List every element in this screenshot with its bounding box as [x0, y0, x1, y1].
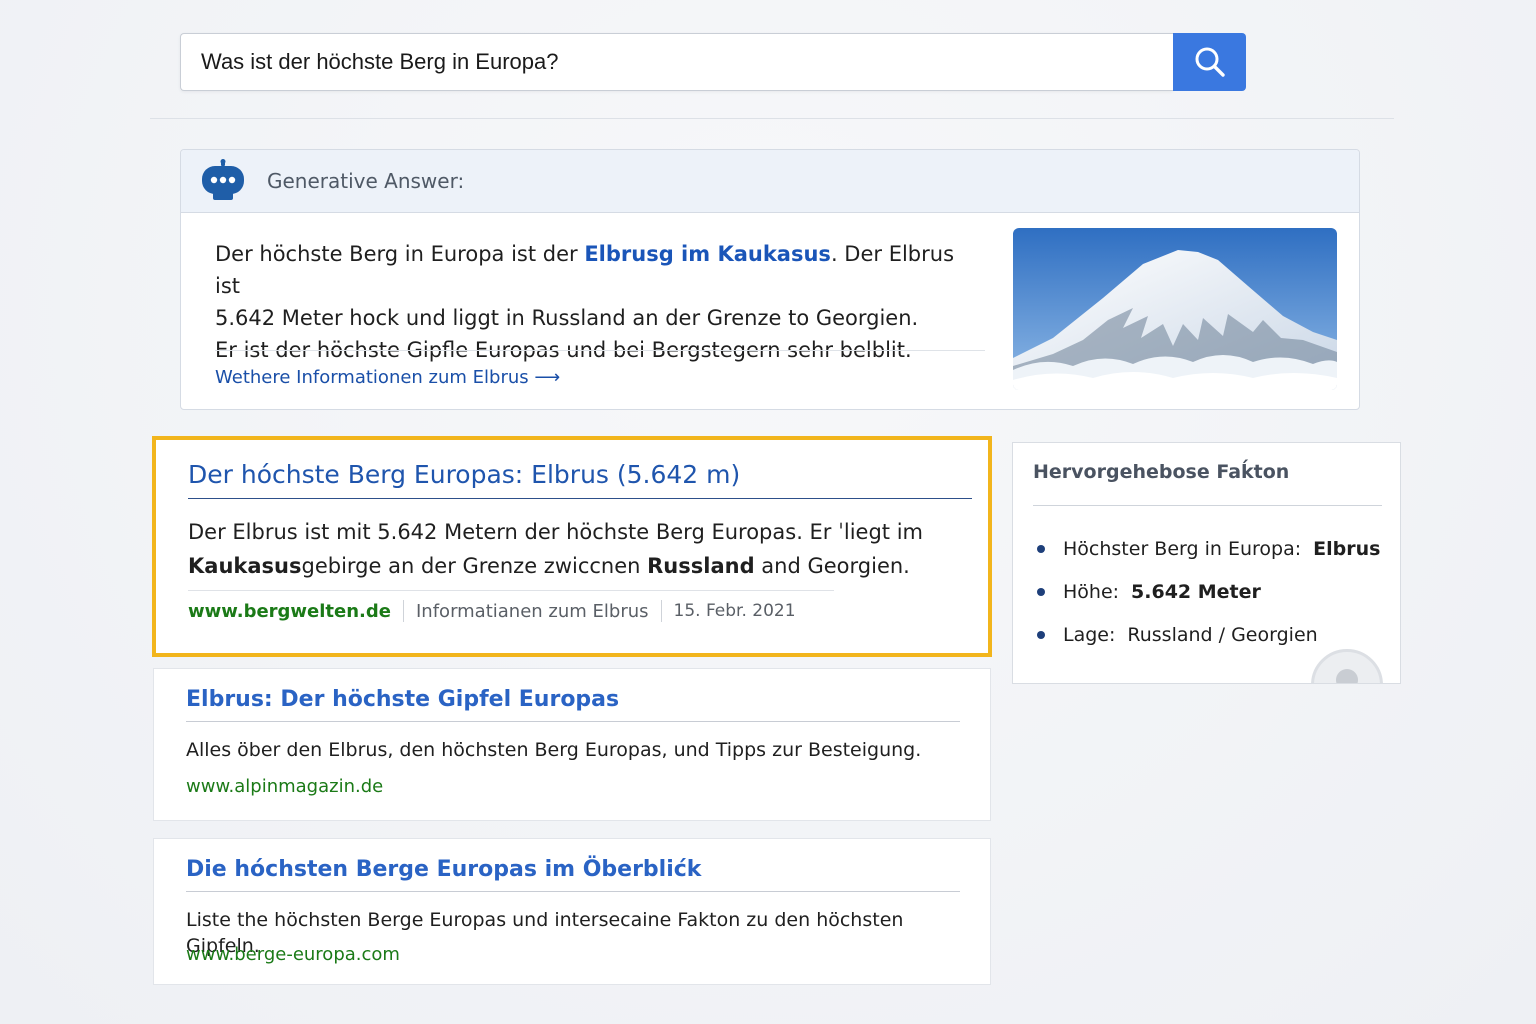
snippet-line-1: Der Elbrus ist mit 5.642 Metern der höch…: [188, 520, 924, 544]
header-divider: [150, 118, 1394, 119]
robot-icon: [199, 157, 247, 205]
generative-answer-title: Generative Answer:: [267, 169, 465, 193]
bullet-icon: [1037, 544, 1045, 553]
search-input[interactable]: [180, 33, 1173, 91]
result-title-divider: [188, 498, 972, 499]
result-snippet: Der Elbrus ist mit 5.642 Metern der höch…: [188, 515, 948, 583]
result-url[interactable]: www.bergwelten.de: [188, 601, 391, 622]
bullet-icon: [1037, 630, 1045, 639]
fact-item: Höchster Berg in Europa: Elbrus: [1037, 527, 1380, 570]
search-icon: [1193, 45, 1227, 79]
result-meta: www.bergwelten.de Informatianen zum Elbr…: [188, 600, 796, 622]
answer-line-2: 5.642 Meter hock und liggt in Russland a…: [215, 306, 919, 330]
snippet-mid: gebirge an der Grenze zwiccnen: [301, 554, 648, 578]
facts-panel: Hervorgehebose Faḱton Höchster Berg in E…: [1012, 442, 1401, 684]
result-url[interactable]: www.alpinmagazin.de: [186, 776, 383, 797]
result-title-divider: [186, 721, 960, 722]
fact-label: Lage:: [1063, 623, 1116, 646]
result-title[interactable]: Elbrus: Der höchste Gipfel Europas: [186, 687, 619, 712]
snippet-bold-kaukasus: Kaukasus: [188, 554, 302, 578]
snippet-bold-russland: Russland: [647, 554, 755, 578]
result-title[interactable]: Die hóchsten Berge Europas im Öberblićk: [186, 857, 701, 882]
meta-separator: [403, 600, 404, 622]
snow-capped-mountain-image: [1013, 228, 1337, 390]
generative-answer-card: Generative Answer: Der höchste Berg in E…: [180, 149, 1360, 410]
search-button[interactable]: [1173, 33, 1246, 91]
snippet-line-2: Kaukasusgebirge an der Grenze zwiccnen R…: [188, 549, 948, 583]
bullet-icon: [1037, 587, 1045, 596]
search-result: Elbrus: Der höchste Gipfel Europas Alles…: [153, 668, 991, 821]
result-meta-divider: [188, 590, 834, 591]
facts-list: Höchster Berg in Europa: Elbrus Höhe: 5.…: [1037, 527, 1380, 656]
fact-label: Höhe:: [1063, 580, 1120, 603]
more-info-link[interactable]: Wethere Informationen zum Elbrus ⟶: [215, 367, 560, 388]
meta-separator: [660, 600, 662, 622]
generative-answer-divider: [215, 350, 985, 351]
fact-item: Lage: Russland / Georgien: [1037, 613, 1380, 656]
fact-item: Höhe: 5.642 Meter: [1037, 570, 1380, 613]
search-result: Die hóchsten Berge Europas im Öberblićk …: [153, 838, 991, 985]
result-title-divider: [186, 891, 960, 892]
facts-title: Hervorgehebose Faḱton: [1033, 461, 1290, 483]
featured-result: Der hóchste Berg Europas: Elbrus (5.642 …: [152, 436, 992, 657]
generative-answer-header: Generative Answer:: [181, 150, 1359, 213]
search-bar: [180, 33, 1246, 91]
result-snippet: Alles öber den Elbrus, den höchsten Berg…: [186, 739, 922, 761]
answer-line-1: Der höchste Berg in Europa ist der Elbru…: [215, 238, 985, 302]
generative-answer-text: Der höchste Berg in Europa ist der Elbru…: [215, 238, 985, 366]
fact-value: 5.642 Meter: [1131, 580, 1261, 603]
answer-line-1-start: Der höchste Berg in Europa ist der: [215, 242, 585, 266]
result-url[interactable]: www.berge-europa.com: [186, 944, 400, 965]
result-title[interactable]: Der hóchste Berg Europas: Elbrus (5.642 …: [188, 460, 740, 489]
fact-value: Russland / Georgien: [1127, 623, 1318, 646]
fact-label: Höchster Berg in Europa:: [1063, 537, 1302, 560]
result-date: 15. Febr. 2021: [673, 601, 796, 621]
result-info: Informatianen zum Elbrus: [416, 600, 649, 622]
snippet-end: and Georgien.: [754, 554, 910, 578]
answer-highlight: Elbrusg im Kaukasus: [584, 242, 831, 266]
fact-value: Elbrus: [1313, 537, 1381, 560]
facts-divider: [1033, 505, 1382, 506]
